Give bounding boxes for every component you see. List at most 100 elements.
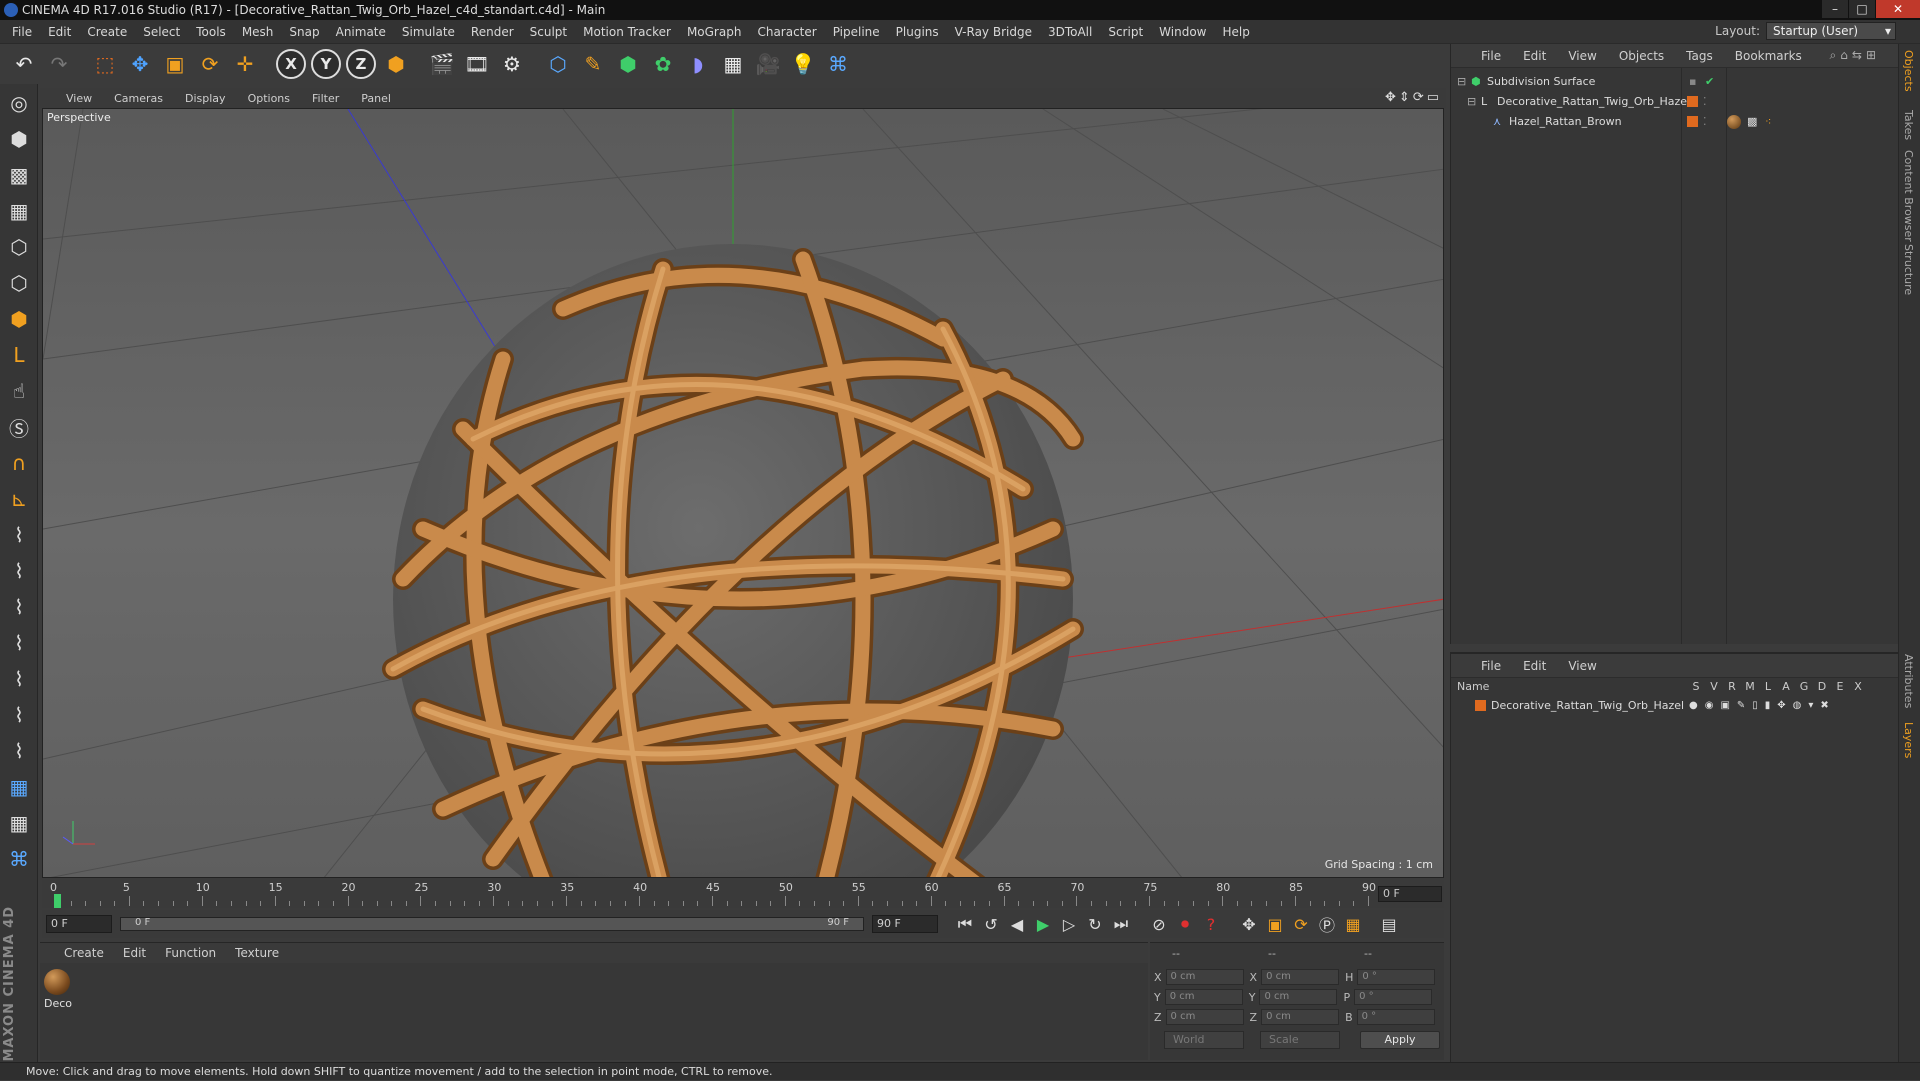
menu-pipeline[interactable]: Pipeline bbox=[825, 25, 888, 39]
menu-help[interactable]: Help bbox=[1214, 25, 1257, 39]
key-parameter-icon[interactable]: Ⓟ bbox=[1314, 912, 1340, 936]
x-axis-lock-icon[interactable]: X bbox=[276, 49, 306, 79]
tab-objects[interactable]: Objects bbox=[1902, 50, 1915, 92]
texture-tag-icon[interactable]: ▩ bbox=[1747, 112, 1757, 132]
camera-icon[interactable]: 🎥 bbox=[752, 48, 784, 80]
sculpt-pull-icon[interactable]: ⌇ bbox=[2, 554, 36, 588]
end-frame-field[interactable]: 90 F bbox=[872, 915, 938, 933]
redo-icon[interactable]: ↷ bbox=[43, 48, 75, 80]
sculpt-smooth-icon[interactable]: ⌇ bbox=[2, 590, 36, 624]
menu-character[interactable]: Character bbox=[749, 25, 824, 39]
recent-tool-icon[interactable]: ✛ bbox=[229, 48, 261, 80]
render-settings-icon[interactable]: ⚙ bbox=[496, 48, 528, 80]
position-y-field[interactable]: 0 cm bbox=[1164, 989, 1243, 1005]
playhead[interactable] bbox=[54, 894, 61, 908]
previous-key-icon[interactable]: ↺ bbox=[978, 912, 1004, 936]
next-key-icon[interactable]: ↻ bbox=[1082, 912, 1108, 936]
layer-menu-edit[interactable]: Edit bbox=[1511, 659, 1556, 673]
menu-3dtoall[interactable]: 3DToAll bbox=[1040, 25, 1100, 39]
menu-animate[interactable]: Animate bbox=[328, 25, 394, 39]
viewport-navigation-icons[interactable]: ✥⇕⟳▭ bbox=[1385, 90, 1442, 105]
play-icon[interactable]: ▶ bbox=[1030, 912, 1056, 936]
subdivision-generator-icon[interactable]: ⬢ bbox=[612, 48, 644, 80]
cube-primitive-icon[interactable]: ⬡ bbox=[542, 48, 574, 80]
polygons-mode-icon[interactable]: ⬢ bbox=[2, 302, 36, 336]
go-to-end-icon[interactable]: ⏭ bbox=[1108, 912, 1134, 936]
start-frame-field[interactable]: 0 F bbox=[46, 915, 112, 933]
phong-tag-icon[interactable]: ⁖ bbox=[1765, 112, 1771, 132]
menu-sculpt[interactable]: Sculpt bbox=[522, 25, 575, 39]
rotation-p-field[interactable]: 0 ° bbox=[1354, 989, 1433, 1005]
expand-icon[interactable]: ⊟ bbox=[1467, 92, 1476, 112]
layer-color-swatch[interactable] bbox=[1687, 116, 1698, 127]
viewport-menu-view[interactable]: View bbox=[54, 92, 102, 105]
timeline-window-icon[interactable]: ▤ bbox=[1376, 912, 1402, 936]
visibility-toggle[interactable]: ▪ bbox=[1689, 72, 1696, 92]
position-x-field[interactable]: 0 cm bbox=[1165, 969, 1244, 985]
material-tag-icon[interactable] bbox=[1727, 115, 1741, 129]
visibility-dots[interactable]: ⁚ bbox=[1703, 112, 1707, 132]
python-script-icon[interactable]: ⌘ bbox=[2, 842, 36, 876]
rattan-twig-orb[interactable] bbox=[382, 244, 1084, 878]
menu-motion-tracker[interactable]: Motion Tracker bbox=[575, 25, 679, 39]
array-generator-icon[interactable]: ✿ bbox=[647, 48, 679, 80]
sculpt-pinch-icon[interactable]: ⌇ bbox=[2, 698, 36, 732]
menu-window[interactable]: Window bbox=[1151, 25, 1214, 39]
menu-render[interactable]: Render bbox=[463, 25, 522, 39]
viewport-menu-panel[interactable]: Panel bbox=[349, 92, 401, 105]
render-to-picture-viewer-icon[interactable]: 🎞 bbox=[461, 48, 493, 80]
object-menu-objects[interactable]: Objects bbox=[1607, 49, 1674, 63]
workplane-mode-icon[interactable]: ▦ bbox=[2, 194, 36, 228]
coordinate-system-icon[interactable]: ⬢ bbox=[380, 48, 412, 80]
menu-create[interactable]: Create bbox=[79, 25, 135, 39]
object-search-icons[interactable]: ⌕⌂⇆⊞ bbox=[1818, 48, 1890, 63]
menu-tools[interactable]: Tools bbox=[188, 25, 234, 39]
tab-takes[interactable]: Takes bbox=[1902, 110, 1915, 140]
record-keys-icon[interactable]: ⊘ bbox=[1146, 912, 1172, 936]
size-z-field[interactable]: 0 cm bbox=[1261, 1009, 1340, 1025]
size-mode-select[interactable]: Scale bbox=[1260, 1031, 1340, 1049]
y-axis-lock-icon[interactable]: Y bbox=[311, 49, 341, 79]
rotation-h-field[interactable]: 0 ° bbox=[1357, 969, 1436, 985]
make-editable-icon[interactable]: ◎ bbox=[2, 86, 36, 120]
material-menu-create[interactable]: Create bbox=[54, 946, 113, 960]
axis-mode-icon[interactable]: L bbox=[2, 338, 36, 372]
menu-file[interactable]: File bbox=[4, 25, 40, 39]
z-axis-lock-icon[interactable]: Z bbox=[346, 49, 376, 79]
auto-key-icon[interactable]: ⏺ bbox=[1172, 912, 1198, 936]
tab-layers[interactable]: Layers bbox=[1902, 722, 1915, 758]
keyframe-selection-icon[interactable]: ? bbox=[1198, 912, 1224, 936]
menu-simulate[interactable]: Simulate bbox=[394, 25, 463, 39]
previous-frame-icon[interactable]: ◀ bbox=[1004, 912, 1030, 936]
size-x-field[interactable]: 0 cm bbox=[1261, 969, 1340, 985]
minimize-icon[interactable]: – bbox=[1822, 0, 1848, 18]
rotation-b-field[interactable]: 0 ° bbox=[1356, 1009, 1435, 1025]
grid-settings-icon[interactable]: ▦ bbox=[2, 806, 36, 840]
model-mode-icon[interactable]: ⬢ bbox=[2, 122, 36, 156]
move-tool-icon[interactable]: ✥ bbox=[124, 48, 156, 80]
tweak-mode-icon[interactable]: ☝ bbox=[2, 374, 36, 408]
grid-lock-icon[interactable]: ▦ bbox=[2, 770, 36, 804]
menu-select[interactable]: Select bbox=[135, 25, 188, 39]
menu-vray-bridge[interactable]: V-Ray Bridge bbox=[947, 25, 1040, 39]
layer-menu-file[interactable]: File bbox=[1469, 659, 1511, 673]
layout-select[interactable]: Startup (User) bbox=[1766, 22, 1896, 40]
menu-mesh[interactable]: Mesh bbox=[234, 25, 282, 39]
menu-snap[interactable]: Snap bbox=[281, 25, 327, 39]
sculpt-brush-icon[interactable]: ⌇ bbox=[2, 518, 36, 552]
object-menu-file[interactable]: File bbox=[1469, 49, 1511, 63]
key-scale-icon[interactable]: ▣ bbox=[1262, 912, 1288, 936]
timeline-ruler[interactable]: 0 5 10 15 20 25 30 35 40 45 50 55 60 65 70 75 80 85 90 0 F bbox=[42, 880, 1444, 908]
menu-script[interactable]: Script bbox=[1100, 25, 1151, 39]
next-frame-icon[interactable]: ▷ bbox=[1056, 912, 1082, 936]
object-menu-edit[interactable]: Edit bbox=[1511, 49, 1556, 63]
material-menu-texture[interactable]: Texture bbox=[225, 946, 288, 960]
tab-attributes[interactable]: Attributes bbox=[1902, 654, 1915, 708]
visibility-dots[interactable]: ⁚ bbox=[1703, 92, 1707, 112]
viewport-menu-display[interactable]: Display bbox=[173, 92, 236, 105]
sculpt-grab-icon[interactable]: ⌇ bbox=[2, 734, 36, 768]
layer-row[interactable]: Decorative_Rattan_Twig_Orb_Hazel ●◉▣✎▯▮✥… bbox=[1451, 696, 1899, 716]
live-selection-icon[interactable]: ⬚ bbox=[89, 48, 121, 80]
layer-color-swatch[interactable] bbox=[1475, 700, 1486, 711]
position-z-field[interactable]: 0 cm bbox=[1165, 1009, 1244, 1025]
